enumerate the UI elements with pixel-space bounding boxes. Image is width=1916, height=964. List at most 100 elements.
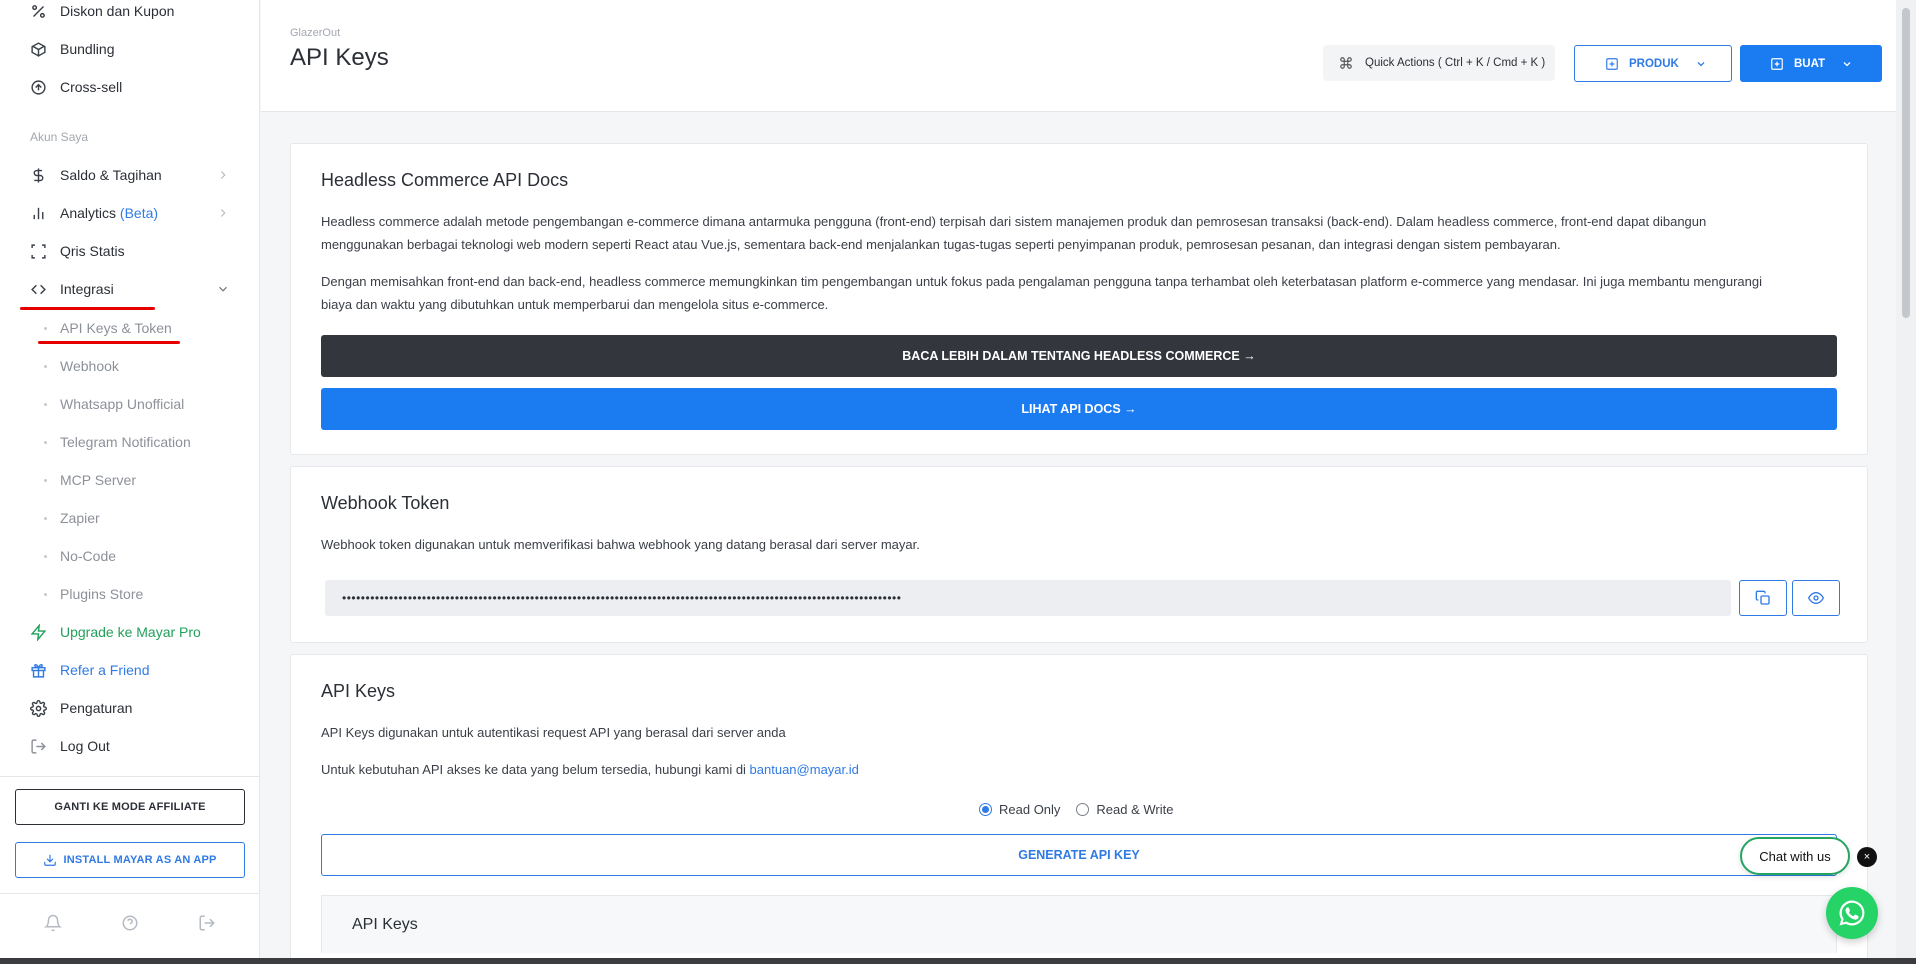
sidebar-item-saldo[interactable]: Saldo & Tagihan xyxy=(0,158,260,192)
bullet-icon xyxy=(44,441,47,444)
logout-icon[interactable] xyxy=(198,914,216,932)
sidebar-item-upgrade[interactable]: Upgrade ke Mayar Pro xyxy=(0,615,260,649)
api-keys-description: API Keys digunakan untuk autentikasi req… xyxy=(321,725,786,740)
sidebar-item-logout[interactable]: Log Out xyxy=(0,729,260,763)
sidebar-subitem-plugins[interactable]: Plugins Store xyxy=(0,577,260,611)
page-scrollbar[interactable] xyxy=(1896,0,1916,958)
help-icon[interactable] xyxy=(121,914,139,932)
show-token-button[interactable] xyxy=(1792,580,1840,616)
radio-read-write[interactable]: Read & Write xyxy=(1076,802,1174,817)
sidebar-subitem-label: Webhook xyxy=(60,358,119,374)
sidebar-item-bundling[interactable]: Bundling xyxy=(0,32,260,66)
sidebar-subitem-whatsapp[interactable]: Whatsapp Unofficial xyxy=(0,387,260,421)
section-label-akun: Akun Saya xyxy=(30,130,89,144)
percent-icon xyxy=(28,1,48,21)
sidebar-subitem-zapier[interactable]: Zapier xyxy=(0,501,260,535)
annotation-underline xyxy=(38,341,180,344)
api-keys-list: API Keys xyxy=(321,895,1837,953)
sidebar: Diskon dan Kupon Bundling Cross-sell Aku… xyxy=(0,0,260,958)
api-docs-button[interactable]: LIHAT API DOCS → xyxy=(321,388,1837,430)
bell-icon[interactable] xyxy=(44,914,62,932)
logout-icon xyxy=(28,736,48,756)
sidebar-item-label: Cross-sell xyxy=(60,79,123,95)
code-icon xyxy=(28,279,48,299)
eye-icon xyxy=(1808,591,1824,605)
radio-read-only[interactable]: Read Only xyxy=(979,802,1060,817)
chat-with-us-bubble[interactable]: Chat with us xyxy=(1740,837,1850,875)
chevron-right-icon xyxy=(220,209,226,217)
sidebar-item-analytics[interactable]: Analytics (Beta) xyxy=(0,196,260,230)
gift-icon xyxy=(28,660,48,680)
webhook-card: Webhook Token Webhook token digunakan un… xyxy=(290,466,1868,643)
quick-actions-button[interactable]: Quick Actions ( Ctrl + K / Cmd + K ) xyxy=(1323,45,1555,81)
sidebar-item-diskon[interactable]: Diskon dan Kupon xyxy=(0,0,260,28)
sidebar-subitem-telegram[interactable]: Telegram Notification xyxy=(0,425,260,459)
plus-square-icon xyxy=(1606,57,1618,70)
bullet-icon xyxy=(44,517,47,520)
scope-radio-group: Read Only Read & Write xyxy=(979,802,1190,817)
sidebar-item-label: Saldo & Tagihan xyxy=(60,167,162,183)
affiliate-mode-button[interactable]: GANTI KE MODE AFFILIATE xyxy=(15,789,245,825)
radio-indicator xyxy=(979,803,992,816)
headless-description-1: Headless commerce adalah metode pengemba… xyxy=(321,214,1707,252)
window-bottom-strip xyxy=(0,958,1916,964)
chevron-down-icon xyxy=(1843,61,1851,66)
sidebar-item-label: Integrasi xyxy=(60,281,114,297)
page-header: GlazerOut API Keys Quick Actions ( Ctrl … xyxy=(261,0,1896,112)
api-keys-list-title: API Keys xyxy=(352,916,418,933)
install-app-button[interactable]: INSTALL MAYAR AS AN APP xyxy=(15,842,245,878)
headless-title: Headless Commerce API Docs xyxy=(321,170,569,190)
chat-close-button[interactable]: × xyxy=(1857,847,1877,867)
chevron-right-icon xyxy=(220,171,226,179)
sidebar-subitem-webhook[interactable]: Webhook xyxy=(0,349,260,383)
sidebar-subitem-label: API Keys & Token xyxy=(60,320,172,336)
contact-email-link[interactable]: bantuan@mayar.id xyxy=(750,762,859,777)
sidebar-item-integrasi[interactable]: Integrasi xyxy=(0,272,260,306)
sidebar-item-label: Upgrade ke Mayar Pro xyxy=(60,624,201,640)
bullet-icon xyxy=(44,593,47,596)
sidebar-item-label: Pengaturan xyxy=(60,700,133,716)
produk-button[interactable]: PRODUK xyxy=(1574,45,1732,82)
bullet-icon xyxy=(44,327,47,330)
read-more-button[interactable]: BACA LEBIH DALAM TENTANG HEADLESS COMMER… xyxy=(321,335,1837,377)
webhook-token-field[interactable]: ••••••••••••••••••••••••••••••••••••••••… xyxy=(325,580,1731,616)
produk-label: PRODUK xyxy=(1629,57,1679,70)
sidebar-item-label: Log Out xyxy=(60,738,110,754)
whatsapp-button[interactable] xyxy=(1826,887,1878,939)
sidebar-item-label: Refer a Friend xyxy=(60,662,150,678)
quick-actions-label: Quick Actions ( Ctrl + K / Cmd + K ) xyxy=(1365,57,1546,69)
sidebar-divider xyxy=(0,776,260,777)
sidebar-subitem-api-keys[interactable]: API Keys & Token xyxy=(0,311,260,345)
sidebar-item-qris[interactable]: Qris Statis xyxy=(0,234,260,268)
box-icon xyxy=(28,39,48,59)
copy-icon xyxy=(1755,590,1770,605)
sidebar-subitem-no-code[interactable]: No-Code xyxy=(0,539,260,573)
radio-label: Read Only xyxy=(999,802,1061,817)
api-keys-title: API Keys xyxy=(321,681,396,701)
whatsapp-icon xyxy=(1839,900,1865,926)
headless-card: Headless Commerce API Docs Headless comm… xyxy=(290,143,1868,455)
generate-api-key-button[interactable]: GENERATE API KEY xyxy=(321,834,1837,876)
sidebar-item-label: Qris Statis xyxy=(60,243,125,259)
sidebar-subitem-label: Whatsapp Unofficial xyxy=(60,396,185,412)
lightning-icon xyxy=(28,622,48,642)
chevron-down-icon xyxy=(1697,61,1705,66)
bullet-icon xyxy=(44,555,47,558)
webhook-title: Webhook Token xyxy=(321,493,450,513)
sidebar-item-refer[interactable]: Refer a Friend xyxy=(0,653,260,687)
sidebar-item-pengaturan[interactable]: Pengaturan xyxy=(0,691,260,725)
radio-indicator xyxy=(1076,803,1090,816)
contact-text: Untuk kebutuhan API akses ke data yang b… xyxy=(321,762,750,777)
sidebar-item-cross-sell[interactable]: Cross-sell xyxy=(0,70,260,104)
chevron-down-icon xyxy=(219,286,227,292)
store-name: GlazerOut xyxy=(290,27,341,39)
buat-button[interactable]: BUAT xyxy=(1740,45,1882,82)
command-icon xyxy=(1340,57,1352,69)
sidebar-subitem-mcp[interactable]: MCP Server xyxy=(0,463,260,497)
gear-icon xyxy=(28,698,48,718)
bullet-icon xyxy=(44,403,47,406)
sidebar-subitem-label: MCP Server xyxy=(60,472,136,488)
scrollbar-thumb[interactable] xyxy=(1902,8,1910,318)
copy-token-button[interactable] xyxy=(1739,580,1787,616)
api-keys-contact: Untuk kebutuhan API akses ke data yang b… xyxy=(321,758,1786,781)
